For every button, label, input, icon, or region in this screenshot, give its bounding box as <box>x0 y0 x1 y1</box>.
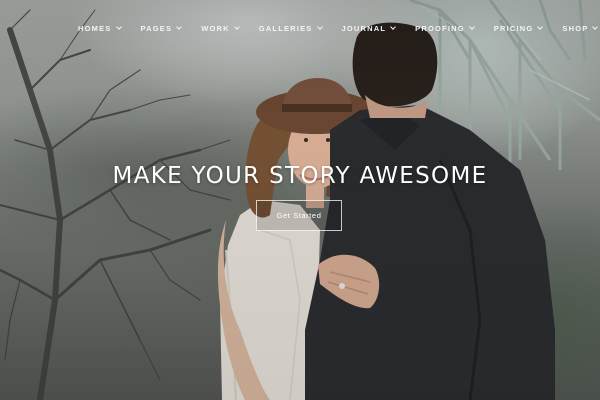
nav-item-journal[interactable]: JOURNAL <box>342 22 396 34</box>
nav-item-pricing[interactable]: PRICING <box>493 22 544 34</box>
nav-item-pages[interactable]: PAGES <box>140 22 183 34</box>
chevron-down-icon <box>115 23 122 30</box>
chevron-down-icon <box>468 23 475 30</box>
chevron-down-icon <box>233 23 240 30</box>
nav-item-label: HOMES <box>78 23 112 33</box>
nav-item-proofing[interactable]: PROOFING <box>415 22 475 34</box>
nav-item-label: PAGES <box>140 23 173 33</box>
nav-item-label: GALLERIES <box>258 23 313 33</box>
chevron-down-icon <box>176 23 183 30</box>
nav-item-label: SHOP <box>562 23 589 33</box>
nav-item-galleries[interactable]: GALLERIES <box>258 22 323 34</box>
nav-item-label: JOURNAL <box>341 23 387 33</box>
hero-headline: MAKE YOUR STORY AWESOME <box>112 163 488 189</box>
main-navigation: HOMES PAGES WORK GALLERIES JOURNAL PROOF… <box>78 22 600 34</box>
nav-item-work[interactable]: WORK <box>201 22 240 34</box>
chevron-down-icon <box>592 23 599 30</box>
nav-item-shop[interactable]: SHOP <box>562 22 599 34</box>
nav-item-label: PRICING <box>493 23 534 33</box>
chevron-down-icon <box>316 23 323 30</box>
nav-item-label: PROOFING <box>415 23 465 33</box>
chevron-down-icon <box>537 23 544 30</box>
chevron-down-icon <box>390 23 396 30</box>
hero-section: HOMES PAGES WORK GALLERIES JOURNAL PROOF… <box>0 0 600 400</box>
nav-item-homes[interactable]: HOMES <box>78 22 122 34</box>
nav-item-label: WORK <box>201 23 230 33</box>
get-started-button[interactable]: Get Started <box>256 200 342 231</box>
